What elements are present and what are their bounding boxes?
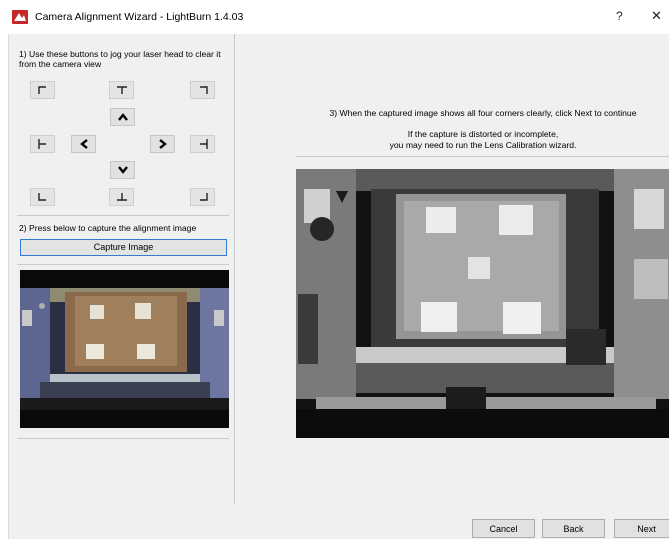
left-panel: 1) Use these buttons to jog your laser h…	[9, 34, 235, 504]
hint-line-2: you may need to run the Lens Calibration…	[389, 140, 577, 150]
arrow-left-icon	[79, 139, 88, 149]
title-bar: Camera Alignment Wizard - LightBurn 1.4.…	[0, 0, 669, 34]
jog-top-center-button[interactable]	[109, 81, 134, 99]
jog-top-right-button[interactable]	[190, 81, 215, 99]
help-button[interactable]: ?	[616, 9, 623, 23]
jog-left-center-button[interactable]	[30, 135, 55, 153]
jog-bottom-right-button[interactable]	[190, 188, 215, 206]
lens-calibration-hint: If the capture is distorted or incomplet…	[296, 129, 669, 151]
step2-instruction: 2) Press below to capture the alignment …	[19, 223, 197, 233]
next-button[interactable]: Next	[614, 519, 669, 538]
back-button[interactable]: Back	[542, 519, 605, 538]
hint-line-1: If the capture is distorted or incomplet…	[407, 129, 559, 139]
arrow-down-icon	[117, 166, 128, 174]
jog-up-button[interactable]	[110, 108, 135, 126]
window-title: Camera Alignment Wizard - LightBurn 1.4.…	[35, 11, 244, 23]
jog-left-button[interactable]	[71, 135, 96, 153]
jog-right-button[interactable]	[150, 135, 175, 153]
capture-image-button[interactable]: Capture Image	[20, 239, 227, 256]
top-right-corner-icon	[199, 86, 208, 94]
cancel-button[interactable]: Cancel	[472, 519, 535, 538]
bottom-right-corner-icon	[199, 193, 208, 201]
top-left-corner-icon	[37, 86, 46, 94]
left-center-icon	[37, 139, 46, 149]
bottom-center-icon	[116, 193, 127, 201]
divider	[17, 438, 229, 439]
wizard-body: 1) Use these buttons to jog your laser h…	[8, 34, 669, 539]
captured-alignment-image	[296, 169, 669, 438]
jog-bottom-left-button[interactable]	[30, 188, 55, 206]
jog-right-center-button[interactable]	[190, 135, 215, 153]
captured-image-preview	[296, 169, 669, 438]
arrow-right-icon	[158, 139, 167, 149]
camera-preview-image	[20, 270, 229, 428]
jog-top-left-button[interactable]	[30, 81, 55, 99]
arrow-up-icon	[117, 113, 128, 121]
step3-instruction: 3) When the captured image shows all fou…	[329, 108, 637, 118]
divider	[17, 264, 229, 265]
jog-bottom-center-button[interactable]	[109, 188, 134, 206]
right-center-icon	[199, 139, 208, 149]
top-center-icon	[116, 86, 127, 94]
jog-down-button[interactable]	[110, 161, 135, 179]
divider	[17, 215, 229, 216]
divider	[296, 156, 669, 157]
capture-preview-thumbnail	[20, 270, 229, 428]
bottom-left-corner-icon	[37, 193, 46, 201]
close-button[interactable]: ✕	[651, 8, 662, 24]
lightburn-logo-icon	[12, 10, 28, 24]
step1-instruction: 1) Use these buttons to jog your laser h…	[19, 49, 221, 69]
